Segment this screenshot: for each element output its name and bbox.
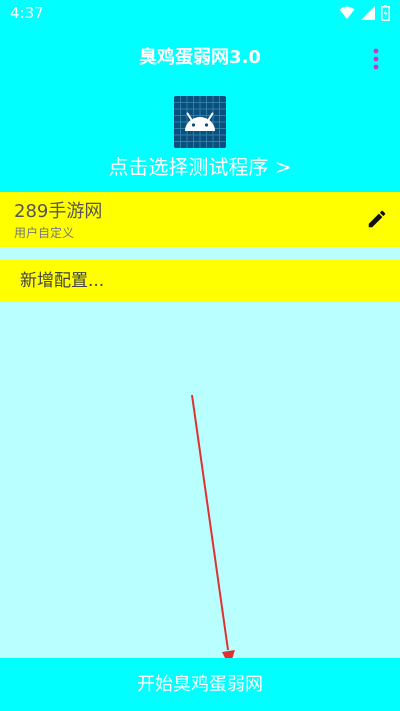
status-icons xyxy=(339,5,390,21)
add-config-label: 新增配置... xyxy=(20,271,105,291)
select-program-link[interactable]: 点击选择测试程序 > xyxy=(0,154,400,180)
signal-icon xyxy=(361,6,375,20)
app-header: 臭鸡蛋弱网3.0 点击选择测试程序 > xyxy=(0,26,400,192)
more-vert-icon[interactable] xyxy=(372,48,380,70)
pencil-icon[interactable] xyxy=(366,208,388,230)
config-subtitle: 用户自定义 xyxy=(14,226,75,240)
start-button[interactable]: 开始臭鸡蛋弱网 xyxy=(0,658,400,711)
app-title: 臭鸡蛋弱网3.0 xyxy=(139,47,261,68)
config-item[interactable]: 289手游网 用户自定义 xyxy=(0,192,400,247)
config-name: 289手游网 xyxy=(14,201,103,222)
wifi-icon xyxy=(339,6,355,20)
status-time: 4:37 xyxy=(10,4,44,22)
android-icon[interactable] xyxy=(174,96,226,148)
battery-icon xyxy=(381,5,390,21)
status-bar: 4:37 xyxy=(0,0,400,26)
add-config-button[interactable]: 新增配置... xyxy=(0,260,400,302)
